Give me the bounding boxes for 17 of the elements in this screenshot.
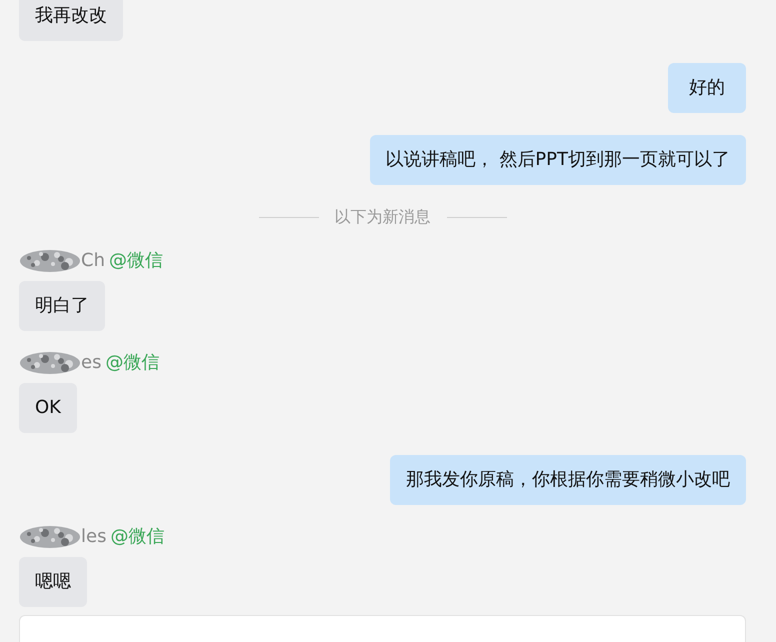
sender-source: @微信 — [105, 353, 160, 373]
sender-name: Ch — [81, 251, 105, 271]
message-bubble: 明白了 — [19, 281, 105, 331]
message-bubble: 嗯嗯 — [19, 557, 87, 607]
redaction-mark — [19, 524, 81, 550]
redaction-mark — [19, 248, 81, 274]
message-bubble: 以说讲稿吧， 然后PPT切到那一页就可以了 — [370, 135, 746, 185]
sender-name: es — [81, 353, 102, 373]
message-bubble: 好的 — [668, 63, 746, 113]
new-messages-divider-label: 以下为新消息 — [334, 206, 430, 228]
redaction-mark — [19, 350, 81, 376]
message-bubble: 那我发你原稿，你根据你需要稍微小改吧 — [390, 455, 746, 505]
message-bubble: OK — [19, 383, 77, 433]
sender-name: les — [81, 527, 106, 547]
sender-source: @微信 — [110, 527, 164, 547]
sender-source: @微信 — [108, 251, 163, 271]
message-bubble: 我再改改 — [19, 0, 123, 41]
